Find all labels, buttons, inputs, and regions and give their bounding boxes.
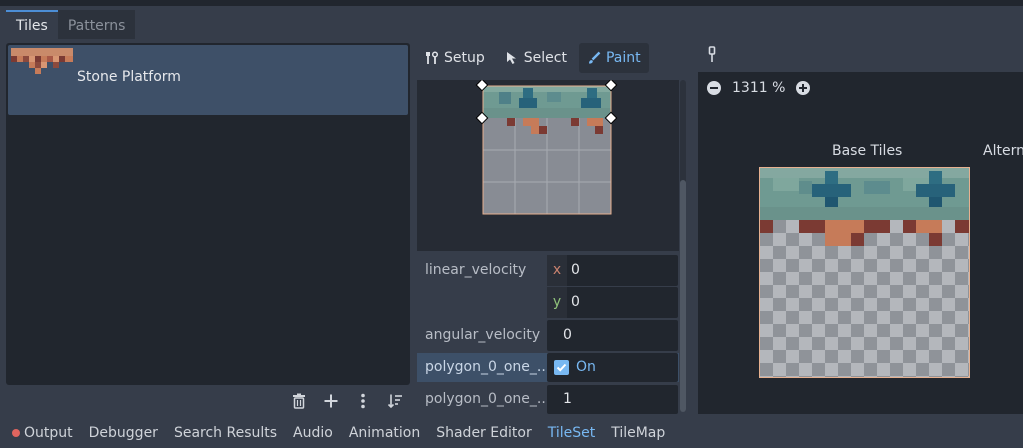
linear-velocity-y-field[interactable]: y 0: [547, 287, 678, 318]
bottom-panel-tabs: Output Debugger Search Results Audio Ani…: [0, 418, 1023, 448]
trash-icon[interactable]: [288, 390, 310, 412]
polygon-one-way-label: polygon_0_one_...: [425, 359, 551, 375]
zoom-out-icon[interactable]: [706, 80, 722, 96]
bottom-tab-debugger[interactable]: Debugger: [89, 425, 158, 441]
polygon-one-way-margin-label: polygon_0_one_...: [425, 391, 551, 407]
polygon-one-way-margin-row: polygon_0_one_... 1: [417, 385, 679, 414]
setup-button[interactable]: Setup: [417, 43, 493, 73]
paint-label: Paint: [605, 50, 641, 66]
top-strip: [0, 0, 1023, 6]
bottom-tab-animation[interactable]: Animation: [349, 425, 420, 441]
bottom-tab-tilemap[interactable]: TileMap: [611, 425, 665, 441]
linear-velocity-y-row: y 0: [417, 287, 679, 318]
tile-thumbnail: [11, 48, 73, 74]
setup-label: Setup: [444, 50, 485, 66]
bottom-tab-output[interactable]: Output: [12, 425, 73, 441]
angular-velocity-label: angular_velocity: [425, 327, 541, 343]
eyedropper-icon[interactable]: [706, 46, 718, 68]
linear-velocity-row: linear_velocity x 0: [417, 255, 679, 286]
brush-icon: [588, 51, 601, 64]
linear-velocity-label: linear_velocity: [425, 262, 527, 278]
paint-button[interactable]: Paint: [578, 43, 649, 73]
bottom-tab-label: TileSet: [547, 425, 596, 441]
polygon-one-way-toggle[interactable]: On: [547, 353, 678, 382]
zoom-level[interactable]: 1311 %: [732, 80, 785, 96]
bottom-tab-shader-editor[interactable]: Shader Editor: [436, 425, 531, 441]
tools-icon: [426, 51, 439, 64]
tab-tiles[interactable]: Tiles: [6, 10, 58, 39]
linear-velocity-y-value: 0: [571, 294, 580, 310]
alternative-tiles-title: Altern: [983, 143, 1023, 159]
angular-velocity-value: 0: [563, 327, 572, 343]
zoom-in-icon[interactable]: [795, 80, 811, 96]
zoom-controls: 1311 %: [706, 80, 811, 96]
checkbox-checked-icon[interactable]: [554, 360, 569, 375]
atlas-tile-grid[interactable]: [759, 167, 970, 378]
inspector-scrollbar-thumb[interactable]: [680, 180, 686, 412]
cursor-icon: [506, 52, 516, 64]
tile-source-list: Stone Platform: [6, 43, 410, 385]
polygon-one-way-row: polygon_0_one_... On: [417, 353, 679, 382]
select-label: Select: [523, 50, 567, 66]
x-axis-label: x: [547, 255, 567, 286]
polygon-one-way-margin-value: 1: [563, 391, 572, 407]
tile-editor-toolbar: Setup Select Paint: [417, 43, 649, 73]
bottom-tab-label: Output: [24, 425, 73, 441]
angular-velocity-row: angular_velocity 0: [417, 320, 679, 351]
base-tiles-title: Base Tiles: [832, 143, 903, 159]
bottom-tab-label: Animation: [348, 425, 421, 441]
linear-velocity-x-field[interactable]: x 0: [547, 255, 678, 286]
y-axis-label: y: [547, 287, 567, 318]
list-item[interactable]: Stone Platform: [8, 45, 408, 115]
bottom-tab-search-results[interactable]: Search Results: [174, 425, 277, 441]
list-item-label: Stone Platform: [77, 69, 181, 85]
bottom-tab-label: Audio: [293, 425, 333, 441]
sort-icon[interactable]: [384, 390, 406, 412]
add-icon[interactable]: [320, 390, 342, 412]
list-actions: [288, 390, 406, 412]
bottom-tab-label: Search Results: [173, 425, 278, 441]
kebab-menu-icon[interactable]: [352, 390, 374, 412]
bottom-tab-label: Debugger: [88, 425, 158, 441]
select-button[interactable]: Select: [497, 43, 575, 73]
bottom-tab-label: TileMap: [611, 425, 666, 441]
tileset-tabs: Tiles Patterns: [6, 10, 136, 39]
tile-preview[interactable]: [417, 78, 679, 251]
tab-patterns[interactable]: Patterns: [57, 10, 136, 39]
bottom-tab-audio[interactable]: Audio: [293, 425, 333, 441]
error-dot-icon: [12, 429, 20, 437]
polygon-one-way-value: On: [576, 359, 596, 375]
angular-velocity-field[interactable]: 0: [547, 320, 678, 351]
bottom-tab-label: Shader Editor: [436, 425, 532, 441]
bottom-tab-tileset[interactable]: TileSet: [548, 425, 596, 441]
linear-velocity-x-value: 0: [571, 262, 580, 278]
polygon-one-way-margin-field[interactable]: 1: [547, 385, 678, 414]
